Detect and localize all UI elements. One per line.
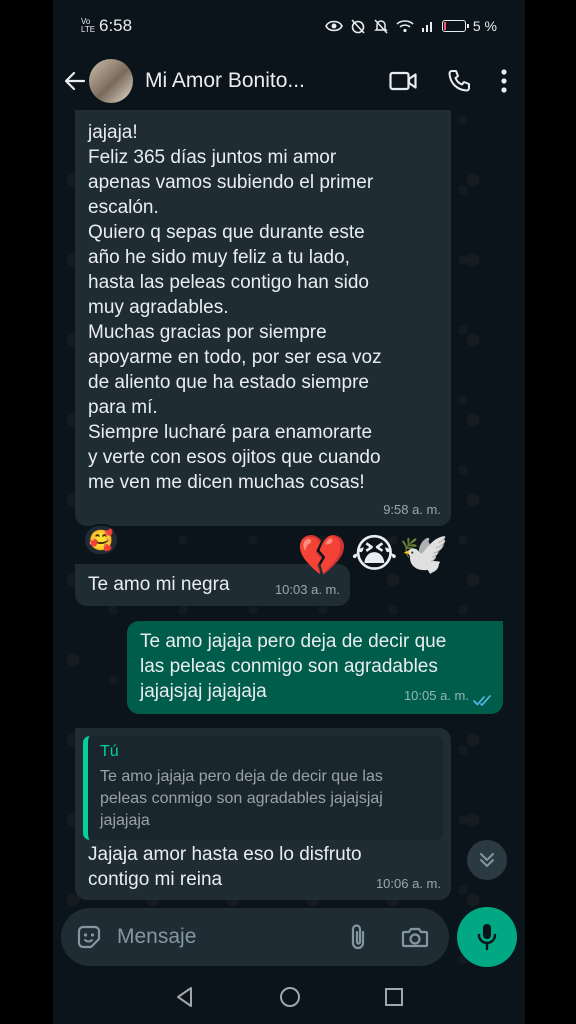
message-line: las peleas conmigo son agradables [140, 656, 438, 677]
wifi-icon [396, 20, 414, 33]
message-line: año he sido muy feliz a tu lado, [88, 247, 350, 268]
message-time: 10:05 a. m. [403, 688, 469, 703]
sticker-icon[interactable] [75, 923, 103, 951]
message-bubble-incoming[interactable]: jajaja! Feliz 365 días juntos mi amor ap… [75, 108, 451, 526]
message-time: 9:58 a. m. [383, 502, 441, 517]
message-line: Feliz 365 días juntos mi amor [88, 147, 337, 168]
battery-percent: 5 % [472, 18, 497, 34]
nav-home-icon[interactable] [279, 986, 301, 1008]
message-line: Siempre lucharé para enamorarte [88, 422, 373, 443]
quote-line: peleas conmigo son agradables jajajsjaj [100, 790, 383, 807]
message-line: Quiero q sepas que durante este [88, 222, 365, 243]
camera-icon[interactable] [401, 925, 429, 949]
message-time: 10:06 a. m. [375, 876, 441, 891]
signal-icon [421, 22, 432, 32]
quote-line: jajajaja [100, 812, 150, 829]
message-line: apenas vamos subiendo el primer [88, 172, 374, 193]
message-line: apoyarme en todo, por ser esa voz [88, 347, 382, 368]
back-arrow-icon [64, 71, 86, 91]
contact-name[interactable]: Mi Amor Bonito... [145, 69, 305, 93]
message-text: Te amo mi negra [88, 574, 230, 595]
microphone-icon [477, 924, 497, 951]
message-line: me ven me dicen muchas cosas! [88, 472, 365, 493]
message-line: Muchas gracias por siempre [88, 322, 327, 343]
more-vert-icon[interactable] [501, 69, 507, 93]
network-label: Vo LTE [81, 17, 96, 34]
message-line: y verte con esos ojitos que cuando [88, 447, 381, 468]
crying-face-emoji: 😭 [351, 532, 398, 576]
message-input-bar: Mensaje [61, 908, 449, 966]
phone-call-icon[interactable] [447, 69, 471, 93]
avatar[interactable] [89, 59, 133, 103]
battery-icon [441, 20, 469, 32]
status-icons: 5 % [324, 18, 497, 34]
message-time: 10:03 a. m. [274, 582, 340, 597]
input-actions [349, 923, 435, 951]
reaction-badge[interactable]: 🥰 [83, 524, 119, 556]
message-bubble-incoming[interactable]: Tú Te amo jajaja pero deja de decir que … [75, 728, 451, 900]
dove-emoji: 🕊️ [399, 532, 449, 576]
quote-author: Tú [100, 743, 119, 760]
message-line: muy agradables. [88, 297, 229, 318]
broken-heart-emoji: 💔 [297, 534, 347, 578]
header-actions [389, 69, 515, 93]
message-text: jajaja! Feliz 365 días juntos mi amor ap… [88, 120, 443, 495]
eye-icon [324, 20, 343, 32]
attach-icon[interactable] [349, 923, 367, 951]
message-line: jajaja! [88, 122, 138, 143]
read-receipt-icon [473, 695, 491, 706]
message-line: de aliento que ha estado siempre [88, 372, 369, 393]
back-button[interactable] [61, 67, 89, 95]
message-line: Jajaja amor hasta eso lo disfruto [88, 844, 362, 865]
message-input[interactable]: Mensaje [117, 925, 196, 949]
alarm-off-icon [351, 19, 365, 34]
voice-message-button[interactable] [457, 907, 517, 967]
system-nav-bar [53, 970, 525, 1024]
bell-off-icon [374, 19, 388, 34]
nav-recents-icon[interactable] [384, 987, 404, 1007]
quote-line: Te amo jajaja pero deja de decir que las [100, 768, 383, 785]
status-time: 6:58 [99, 16, 133, 35]
status-bar: Vo LTE 6:58 5 % [53, 0, 525, 52]
message-bubble-outgoing[interactable]: Te amo jajaja pero deja de decir que las… [127, 621, 503, 714]
chat-header: Mi Amor Bonito... [53, 52, 525, 110]
message-line: para mí. [88, 397, 158, 418]
quoted-message[interactable]: Tú Te amo jajaja pero deja de decir que … [83, 736, 443, 840]
message-line: escalón. [88, 197, 159, 218]
message-line: Te amo jajaja pero deja de decir que [140, 631, 447, 652]
double-chevron-down-icon [480, 853, 494, 867]
video-call-icon[interactable] [389, 70, 417, 92]
chat-screen: Vo LTE 6:58 5 % Mi Amor Bonito... jajaja… [53, 0, 525, 1024]
nav-back-icon[interactable] [174, 986, 196, 1008]
scroll-to-bottom-button[interactable] [467, 840, 507, 880]
message-line: hasta las peleas contigo han sido [88, 272, 369, 293]
reaction-emoji: 🥰 [88, 529, 114, 552]
quote-text: Te amo jajaja pero deja de decir que las… [100, 766, 433, 832]
